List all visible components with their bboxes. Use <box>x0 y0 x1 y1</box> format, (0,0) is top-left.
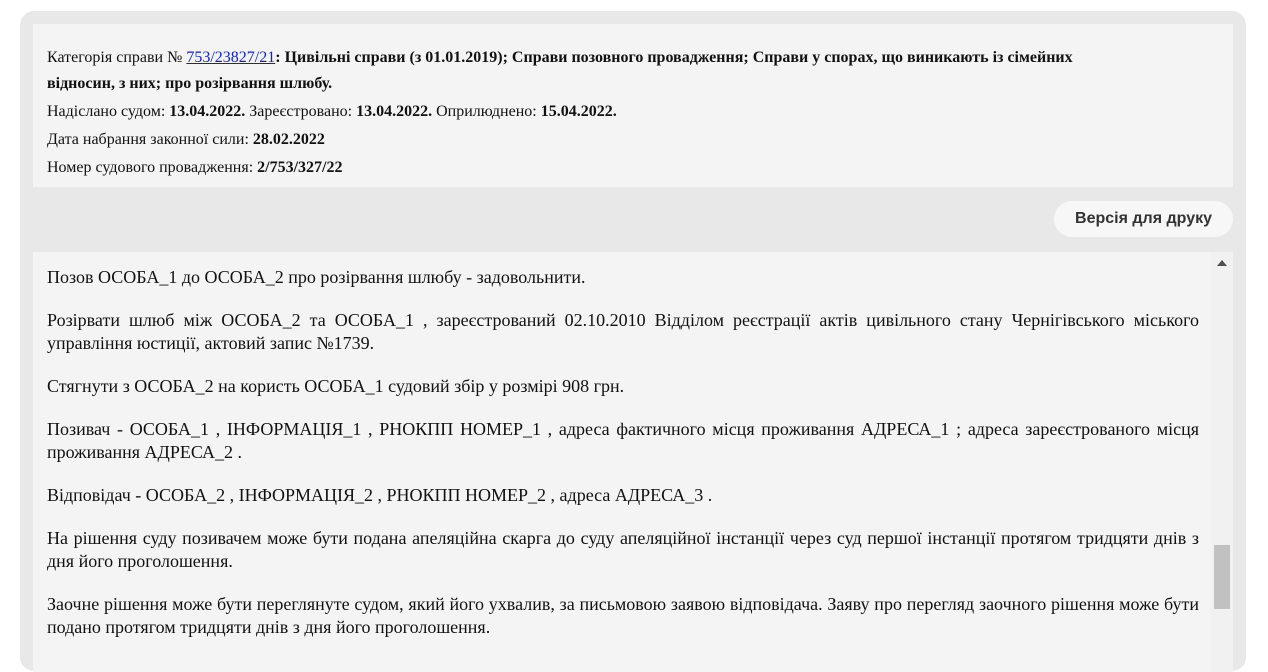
paragraph: Стягнути з ОСОБА_2 на користь ОСОБА_1 су… <box>47 376 625 396</box>
paragraph: Відповідач - ОСОБА_2 , ІНФОРМАЦІЯ_2 , РН… <box>47 485 713 505</box>
document-text-panel[interactable]: Позов ОСОБА_1 до ОСОБА_2 про розірвання … <box>33 252 1233 672</box>
paragraph: Позов ОСОБА_1 до ОСОБА_2 про розірвання … <box>47 267 586 287</box>
category-text-continued: відносин, з них; про розірвання шлюбу. <box>47 75 333 92</box>
vertical-scrollbar[interactable] <box>1211 252 1233 672</box>
sent-label: Надіслано судом: <box>47 103 166 120</box>
registered-label: Зареєстровано: <box>249 103 353 120</box>
effective-date-line: Дата набрання законної сили: 28.02.2022 <box>47 127 1219 153</box>
dates-line: Надіслано судом: 13.04.2022. Зареєстрова… <box>47 99 1219 125</box>
paragraph: Заочне рішення може бути переглянуте суд… <box>47 594 1199 637</box>
sent-date: 13.04.2022. <box>169 103 246 120</box>
proceeding-label: Номер судового провадження: <box>47 159 254 176</box>
paragraph: Розірвати шлюб між ОСОБА_2 та ОСОБА_1 , … <box>47 310 1199 353</box>
registered-date: 13.04.2022. <box>356 103 433 120</box>
published-date: 15.04.2022. <box>540 103 617 120</box>
paragraph: На рішення суду позивачем може бути пода… <box>47 528 1199 571</box>
proceeding-number-line: Номер судового провадження: 2/753/327/22 <box>47 155 1219 181</box>
case-container: Категорія справи № 753/23827/21: Цивільн… <box>20 11 1246 672</box>
scrollbar-thumb[interactable] <box>1214 545 1230 609</box>
case-category-line: Категорія справи № 753/23827/21: Цивільн… <box>47 45 1219 97</box>
scroll-up-arrow-icon[interactable] <box>1217 260 1227 266</box>
effective-date: 28.02.2022 <box>252 131 325 148</box>
effective-label: Дата набрання законної сили: <box>47 131 249 148</box>
print-version-button[interactable]: Версія для друку <box>1054 201 1233 237</box>
proceeding-number: 2/753/327/22 <box>257 159 343 176</box>
published-label: Оприлюднено: <box>436 103 537 120</box>
document-text: Позов ОСОБА_1 до ОСОБА_2 про розірвання … <box>47 266 1199 659</box>
paragraph: Позивач - ОСОБА_1 , ІНФОРМАЦІЯ_1 , РНОКП… <box>47 419 1199 462</box>
category-label: Категорія справи № <box>47 49 183 66</box>
category-text: : Цивільні справи (з 01.01.2019); Справи… <box>275 49 1073 66</box>
case-number-link[interactable]: 753/23827/21 <box>186 49 275 66</box>
case-info-box: Категорія справи № 753/23827/21: Цивільн… <box>33 24 1233 187</box>
